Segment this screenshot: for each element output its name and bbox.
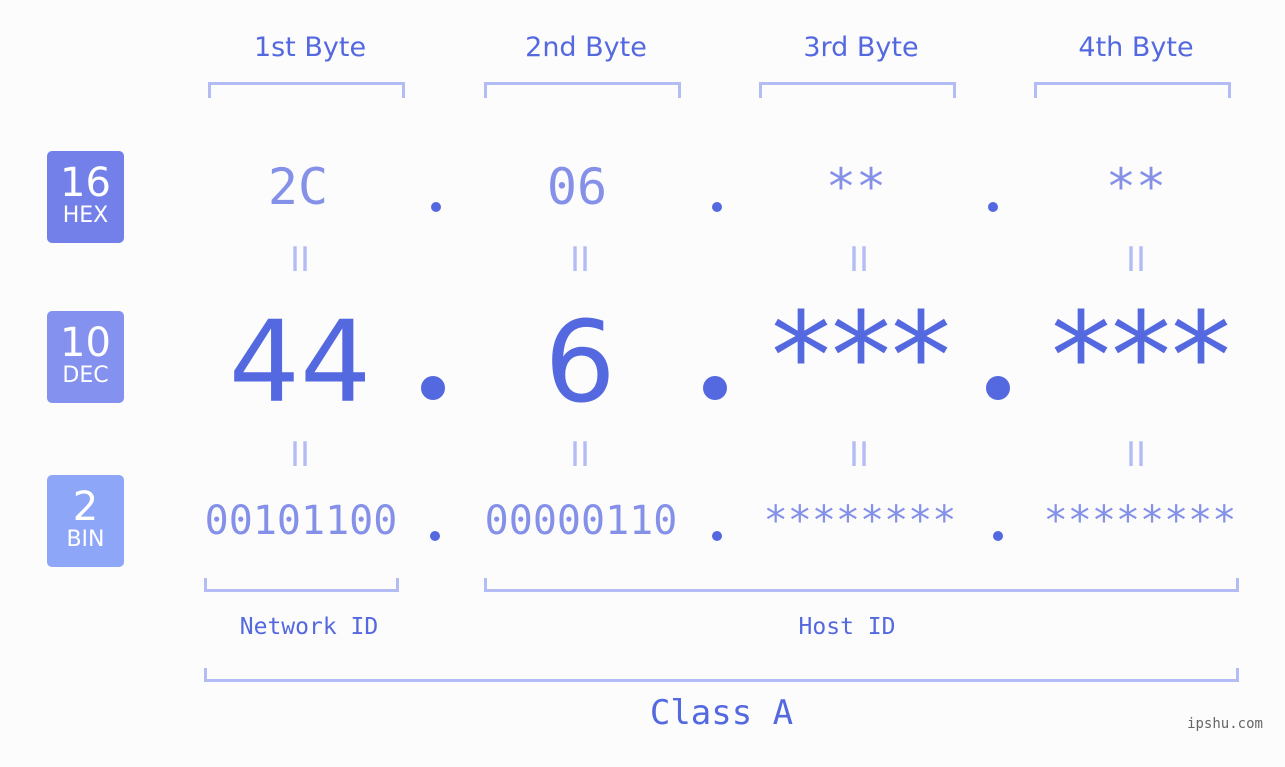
bin-dot-1 — [430, 531, 440, 541]
dec-base-number: 10 — [60, 320, 111, 366]
host-id-bracket — [484, 578, 1239, 592]
equals-hex-dec-1: II — [289, 240, 311, 280]
hex-dot-3 — [988, 202, 998, 212]
equals-dec-bin-3: II — [848, 435, 870, 475]
byte-header-2: 2nd Byte — [525, 32, 647, 63]
byte-header-4: 4th Byte — [1078, 32, 1194, 63]
dec-badge: 10 DEC — [47, 311, 124, 403]
byte-bracket-1 — [208, 82, 405, 98]
bin-base-label: BIN — [66, 527, 105, 552]
byte-header-3: 3rd Byte — [803, 32, 919, 63]
hex-badge: 16 HEX — [47, 151, 124, 243]
hex-byte-1: 2C — [267, 158, 329, 216]
hex-byte-3: ** — [825, 158, 887, 216]
watermark: ipshu.com — [1187, 716, 1263, 732]
dec-base-label: DEC — [62, 363, 109, 388]
bin-badge: 2 BIN — [47, 475, 124, 567]
dec-byte-3: *** — [771, 288, 951, 427]
equals-dec-bin-2: II — [569, 435, 591, 475]
equals-dec-bin-1: II — [289, 435, 311, 475]
dec-byte-1: 44 — [228, 298, 372, 428]
hex-byte-4: ** — [1105, 158, 1167, 216]
network-id-bracket — [204, 578, 399, 592]
equals-hex-dec-4: II — [1125, 240, 1147, 280]
equals-hex-dec-3: II — [848, 240, 870, 280]
byte-bracket-2 — [484, 82, 681, 98]
equals-hex-dec-2: II — [569, 240, 591, 280]
dec-dot-3 — [986, 376, 1010, 400]
hex-base-number: 16 — [60, 160, 111, 206]
dec-dot-1 — [421, 376, 445, 400]
bin-dot-3 — [993, 531, 1003, 541]
equals-dec-bin-4: II — [1125, 435, 1147, 475]
class-label: Class A — [649, 693, 794, 733]
bin-byte-4: ******** — [1043, 498, 1237, 544]
byte-bracket-3 — [759, 82, 956, 98]
dec-byte-2: 6 — [544, 298, 616, 428]
class-bracket — [204, 668, 1239, 682]
byte-bracket-4 — [1034, 82, 1231, 98]
hex-dot-2 — [712, 202, 722, 212]
byte-header-1: 1st Byte — [253, 32, 367, 63]
dec-dot-2 — [703, 376, 727, 400]
network-id-label: Network ID — [239, 614, 379, 640]
bin-byte-2: 00000110 — [484, 498, 678, 544]
dec-byte-4: *** — [1051, 288, 1231, 427]
hex-byte-2: 06 — [546, 158, 608, 216]
bin-byte-3: ******** — [763, 498, 957, 544]
host-id-label: Host ID — [798, 614, 896, 640]
bin-dot-2 — [712, 531, 722, 541]
hex-base-label: HEX — [62, 203, 109, 228]
bin-byte-1: 00101100 — [204, 498, 398, 544]
bin-base-number: 2 — [72, 484, 99, 530]
hex-dot-1 — [431, 202, 441, 212]
